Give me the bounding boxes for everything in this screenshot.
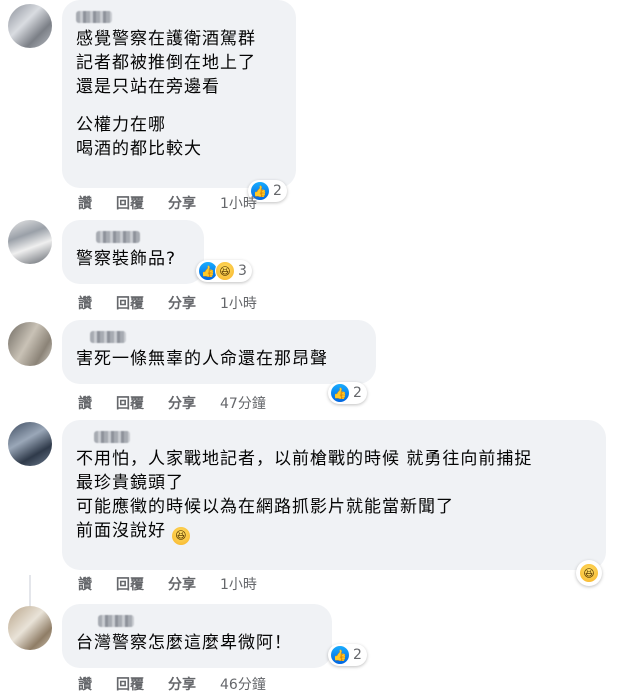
reply-button[interactable]: 回覆 bbox=[116, 674, 144, 694]
reaction-summary[interactable]: 😆 bbox=[576, 560, 602, 586]
comment-text-line: 害死一條無辜的人命還在那昂聲 bbox=[76, 349, 328, 369]
reply-button[interactable]: 回覆 bbox=[116, 193, 144, 213]
comment-text-line: 不用怕，人家戰地記者，以前槍戰的時候 就勇往向前捕捉 bbox=[76, 449, 533, 469]
commenter-name[interactable] bbox=[94, 431, 130, 443]
comment-actions: 讚 回覆 分享 1小時 bbox=[78, 293, 257, 313]
commenter-name[interactable] bbox=[96, 231, 140, 243]
thumbs-up-icon: 👍 bbox=[330, 383, 350, 403]
comment-text-line: 前面沒說好 😆 bbox=[76, 519, 592, 545]
reply-button[interactable]: 回覆 bbox=[116, 393, 144, 413]
comment-text-line: 喝酒的都比較大 bbox=[76, 139, 202, 159]
comment-actions: 讚 回覆 分享 1小時 bbox=[78, 193, 257, 213]
reaction-summary[interactable]: 👍 2 bbox=[328, 382, 367, 404]
comment-bubble: 台灣警察怎麼這麼卑微阿！ bbox=[62, 604, 332, 668]
commenter-name[interactable] bbox=[90, 331, 126, 343]
like-button[interactable]: 讚 bbox=[78, 393, 92, 413]
reply-button[interactable]: 回覆 bbox=[116, 293, 144, 313]
reaction-summary[interactable]: 👍 😆 3 bbox=[196, 260, 252, 282]
comment-text-line: 還是只站在旁邊看 bbox=[76, 77, 220, 97]
comment-text-line: 記者都被推倒在地上了 bbox=[76, 53, 256, 73]
reaction-count: 3 bbox=[238, 263, 247, 279]
reply-button[interactable]: 回覆 bbox=[116, 574, 144, 594]
share-button[interactable]: 分享 bbox=[168, 193, 196, 213]
commenter-name[interactable] bbox=[98, 615, 134, 627]
avatar[interactable] bbox=[8, 4, 52, 48]
share-button[interactable]: 分享 bbox=[168, 574, 196, 594]
share-button[interactable]: 分享 bbox=[168, 674, 196, 694]
laughing-face-icon: 😆 bbox=[215, 261, 235, 281]
share-button[interactable]: 分享 bbox=[168, 293, 196, 313]
like-button[interactable]: 讚 bbox=[78, 193, 92, 213]
timestamp[interactable]: 1小時 bbox=[220, 574, 257, 594]
comment-actions: 讚 回覆 分享 47分鐘 bbox=[78, 393, 266, 413]
timestamp[interactable]: 46分鐘 bbox=[220, 674, 266, 694]
reaction-count: 2 bbox=[353, 385, 362, 401]
comment-bubble: 感覺警察在護衛酒駕群 記者都被推倒在地上了 還是只站在旁邊看 公權力在哪 喝酒的… bbox=[62, 0, 296, 188]
avatar[interactable] bbox=[8, 322, 52, 366]
comment-bubble: 警察裝飾品? bbox=[62, 220, 204, 284]
comment-text-line: 可能應徵的時候以為在網路抓影片就能當新聞了 bbox=[76, 497, 454, 517]
like-button[interactable]: 讚 bbox=[78, 293, 92, 313]
comment-text-line: 感覺警察在護衛酒駕群 bbox=[76, 29, 256, 49]
like-button[interactable]: 讚 bbox=[78, 674, 92, 694]
avatar[interactable] bbox=[8, 422, 52, 466]
reaction-summary[interactable]: 👍 2 bbox=[328, 644, 367, 666]
comment-text-line: 台灣警察怎麼這麼卑微阿！ bbox=[76, 633, 292, 653]
comment-actions: 讚 回覆 分享 1小時 bbox=[78, 574, 257, 594]
reaction-count: 2 bbox=[273, 183, 282, 199]
commenter-name[interactable] bbox=[76, 11, 112, 23]
thumbs-up-icon: 👍 bbox=[330, 645, 350, 665]
avatar[interactable] bbox=[8, 220, 52, 264]
comment-bubble: 害死一條無辜的人命還在那昂聲 bbox=[62, 320, 376, 384]
comment-text-line: 公權力在哪 bbox=[76, 115, 166, 135]
timestamp[interactable]: 1小時 bbox=[220, 193, 257, 213]
avatar[interactable] bbox=[8, 606, 52, 650]
timestamp[interactable]: 1小時 bbox=[220, 293, 257, 313]
comment-text-line: 最珍貴鏡頭了 bbox=[76, 473, 184, 493]
timestamp[interactable]: 47分鐘 bbox=[220, 393, 266, 413]
laughing-face-icon: 😆 bbox=[172, 527, 191, 545]
like-button[interactable]: 讚 bbox=[78, 574, 92, 594]
reaction-count: 2 bbox=[353, 647, 362, 663]
comment-actions: 讚 回覆 分享 46分鐘 bbox=[78, 674, 266, 694]
share-button[interactable]: 分享 bbox=[168, 393, 196, 413]
comment-bubble: 不用怕，人家戰地記者，以前槍戰的時候 就勇往向前捕捉 最珍貴鏡頭了 可能應徵的時… bbox=[62, 420, 606, 570]
laughing-face-icon: 😆 bbox=[579, 563, 599, 583]
comment-text-line: 警察裝飾品? bbox=[76, 249, 177, 269]
